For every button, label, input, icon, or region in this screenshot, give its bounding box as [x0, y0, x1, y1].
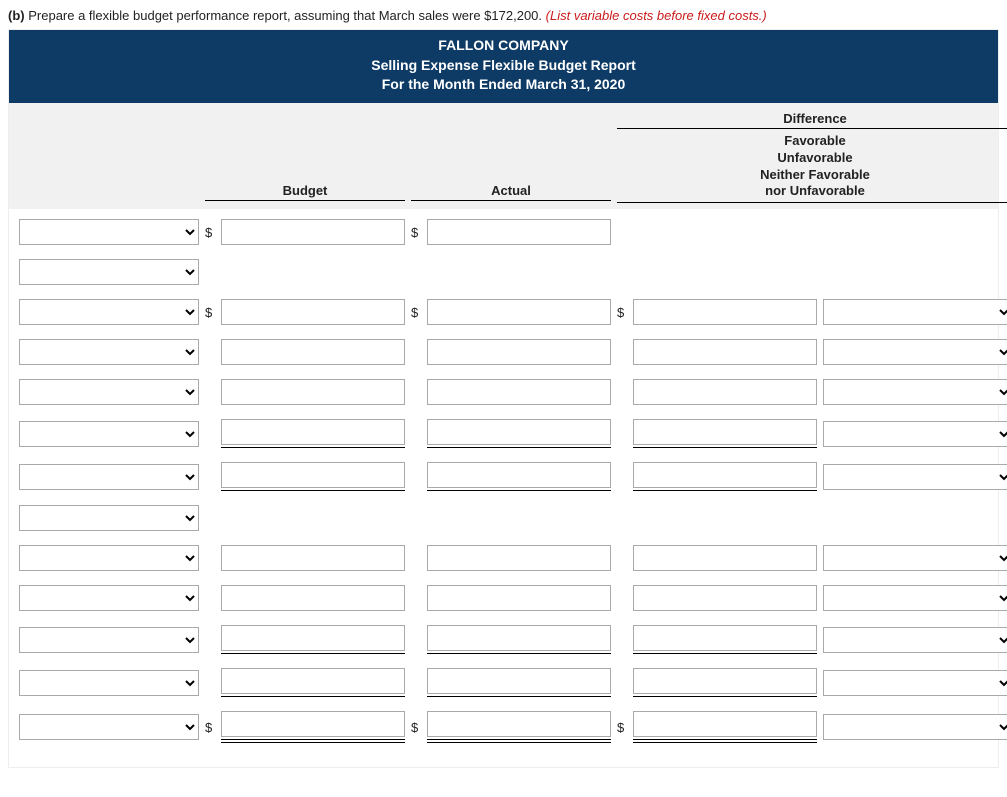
table-row [19, 419, 988, 448]
line-item-select[interactable] [19, 505, 199, 531]
line-item-select[interactable] [19, 464, 199, 490]
table-row: $ $ $ [19, 299, 988, 325]
report-container: FALLON COMPANY Selling Expense Flexible … [8, 29, 999, 768]
dollar-sign: $ [205, 305, 221, 320]
title-line1: FALLON COMPANY [9, 36, 998, 56]
fav-unfav-select[interactable] [823, 379, 1007, 405]
instruction-line: (b) Prepare a flexible budget performanc… [8, 8, 999, 23]
table-row [19, 462, 988, 491]
difference-input[interactable] [633, 668, 817, 694]
dollar-sign: $ [411, 225, 427, 240]
table-row [19, 505, 988, 531]
table-row [19, 625, 988, 654]
fav-unfav-select[interactable] [823, 545, 1007, 571]
budget-input[interactable] [221, 419, 405, 445]
line-item-select[interactable] [19, 379, 199, 405]
difference-input[interactable] [633, 585, 817, 611]
difference-input[interactable] [633, 339, 817, 365]
difference-input[interactable] [633, 625, 817, 651]
instruction-label: (b) [8, 8, 25, 23]
actual-input[interactable] [427, 219, 611, 245]
line-item-select[interactable] [19, 627, 199, 653]
rows-container: $$$$$ $$$ [9, 209, 998, 767]
actual-input[interactable] [427, 545, 611, 571]
dollar-sign: $ [411, 720, 427, 735]
fav-unfav-select[interactable] [823, 670, 1007, 696]
line-item-select[interactable] [19, 259, 199, 285]
actual-input[interactable] [427, 711, 611, 737]
table-row [19, 259, 988, 285]
fav-unfav-select[interactable] [823, 464, 1007, 490]
report-titlebar: FALLON COMPANY Selling Expense Flexible … [9, 30, 998, 103]
instruction-text: Prepare a flexible budget performance re… [28, 8, 542, 23]
title-line3: For the Month Ended March 31, 2020 [9, 75, 998, 95]
table-row [19, 379, 988, 405]
actual-input[interactable] [427, 625, 611, 651]
table-row: $$ [19, 219, 988, 245]
fav-unfav-select[interactable] [823, 585, 1007, 611]
line-item-select[interactable] [19, 339, 199, 365]
budget-input[interactable] [221, 462, 405, 488]
line-item-select[interactable] [19, 670, 199, 696]
budget-input[interactable] [221, 545, 405, 571]
difference-input[interactable] [633, 379, 817, 405]
line-item-select[interactable] [19, 219, 199, 245]
dollar-sign: $ [411, 305, 427, 320]
actual-input[interactable] [427, 339, 611, 365]
col-fav-unfav: Favorable Unfavorable Neither Favorable … [617, 133, 1007, 204]
line-item-select[interactable] [19, 545, 199, 571]
actual-input[interactable] [427, 668, 611, 694]
column-header-zone: Difference Favorable Unfavorable Neither… [9, 103, 998, 210]
fav-unfav-select[interactable] [823, 627, 1007, 653]
budget-input[interactable] [221, 625, 405, 651]
table-row [19, 585, 988, 611]
budget-input[interactable] [221, 711, 405, 737]
fav-unfav-select[interactable] [823, 339, 1007, 365]
budget-input[interactable] [221, 585, 405, 611]
dollar-sign: $ [205, 720, 221, 735]
table-row [19, 339, 988, 365]
col-budget: Budget [205, 183, 405, 201]
fav-unfav-select[interactable] [823, 299, 1007, 325]
dollar-sign: $ [617, 720, 633, 735]
actual-input[interactable] [427, 462, 611, 488]
instruction-hint: (List variable costs before fixed costs.… [546, 8, 767, 23]
col-actual: Actual [411, 183, 611, 201]
difference-input[interactable] [633, 462, 817, 488]
fav-unfav-select[interactable] [823, 714, 1007, 740]
actual-input[interactable] [427, 585, 611, 611]
difference-input[interactable] [633, 419, 817, 445]
budget-input[interactable] [221, 299, 405, 325]
actual-input[interactable] [427, 299, 611, 325]
line-item-select[interactable] [19, 421, 199, 447]
table-row [19, 668, 988, 697]
difference-input[interactable] [633, 299, 817, 325]
table-row [19, 545, 988, 571]
line-item-select[interactable] [19, 585, 199, 611]
difference-input[interactable] [633, 545, 817, 571]
actual-input[interactable] [427, 379, 611, 405]
dollar-sign: $ [205, 225, 221, 240]
line-item-select[interactable] [19, 299, 199, 325]
actual-input[interactable] [427, 419, 611, 445]
fav-unfav-select[interactable] [823, 421, 1007, 447]
col-difference: Difference [617, 111, 1007, 129]
budget-input[interactable] [221, 339, 405, 365]
line-item-select[interactable] [19, 714, 199, 740]
table-row: $ $ $ [19, 711, 988, 743]
title-line2: Selling Expense Flexible Budget Report [9, 56, 998, 76]
dollar-sign: $ [617, 305, 633, 320]
difference-input[interactable] [633, 711, 817, 737]
budget-input[interactable] [221, 219, 405, 245]
budget-input[interactable] [221, 379, 405, 405]
budget-input[interactable] [221, 668, 405, 694]
